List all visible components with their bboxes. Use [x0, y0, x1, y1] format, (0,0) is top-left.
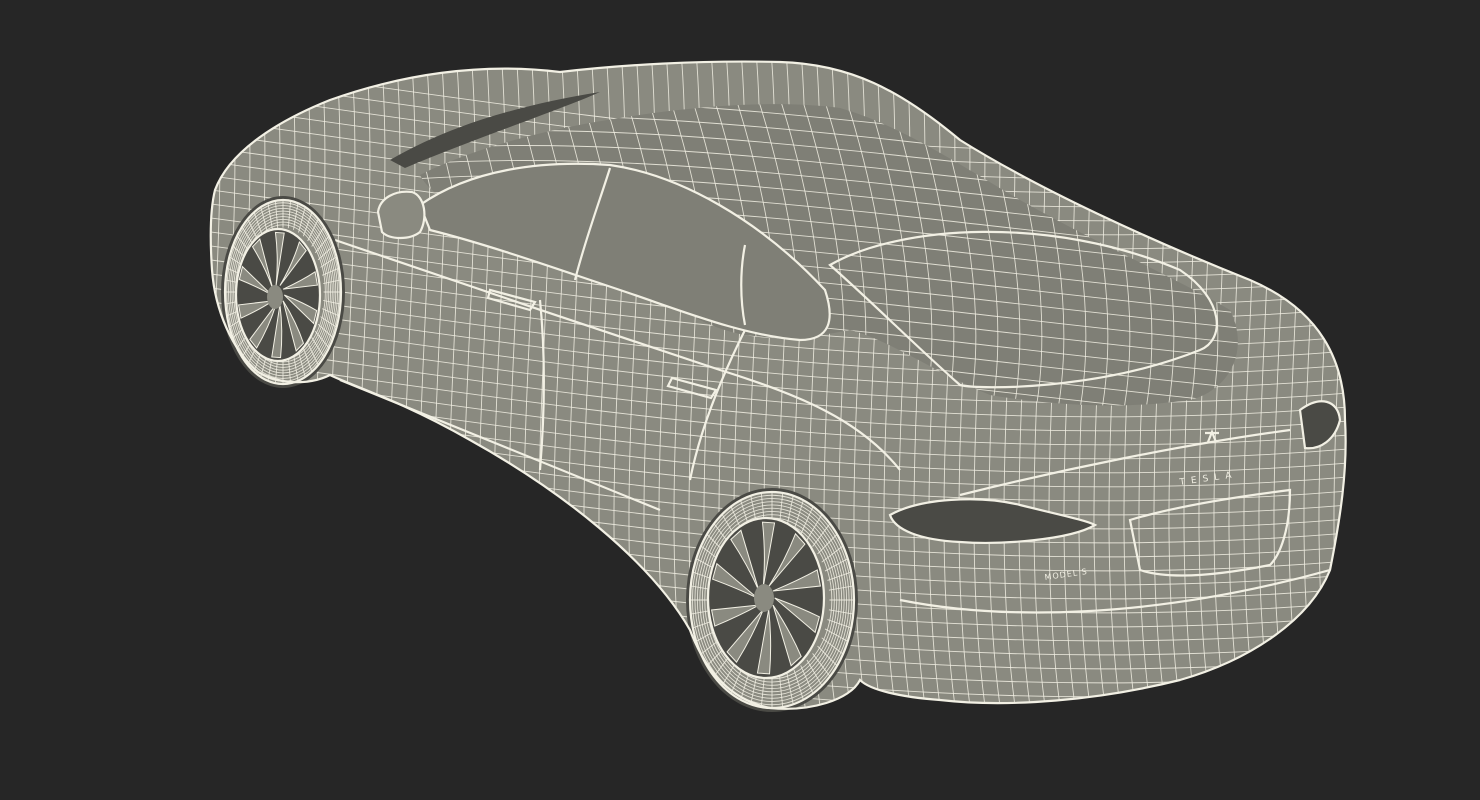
mesh-line — [180, 732, 1360, 800]
side-mirror — [376, 190, 426, 240]
mesh-line — [223, 61, 241, 709]
mesh-line — [180, 746, 1360, 800]
mesh-line — [210, 61, 226, 709]
mesh-line — [180, 718, 1360, 800]
mesh-line — [1364, 40, 1380, 740]
car-wireframe-render: TESLA MODEL S — [180, 40, 1395, 800]
front-wheel — [221, 196, 345, 388]
mesh-line — [1379, 40, 1395, 740]
mesh-line — [194, 40, 210, 740]
render-viewport: TESLA MODEL S — [0, 0, 1480, 800]
mesh-line — [210, 703, 1346, 709]
mesh-line — [1349, 40, 1365, 740]
rear-wheel — [686, 488, 858, 712]
